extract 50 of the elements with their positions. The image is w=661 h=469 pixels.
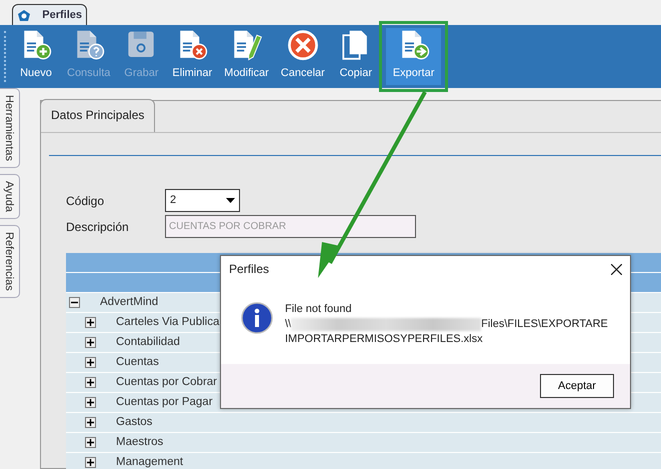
side-tab[interactable]: Herramientas [0, 88, 20, 168]
toolbar-button[interactable]: Nuevo [12, 28, 60, 85]
expand-toggle[interactable] [85, 417, 96, 428]
path-text: Files\FILES\EXPORTARE [481, 318, 608, 330]
expand-toggle[interactable] [85, 457, 96, 468]
tree-item[interactable]: Gastos [116, 414, 152, 432]
plus-icon [86, 398, 95, 407]
toolbar-button[interactable]: Eliminar [167, 28, 218, 85]
field-label: Código [66, 192, 106, 210]
tree-item[interactable]: Management [116, 454, 184, 469]
tree-item[interactable]: Contabilidad [116, 334, 180, 352]
tree-item[interactable]: Cuentas [116, 354, 159, 372]
expand-toggle[interactable] [85, 377, 96, 388]
expand-toggle[interactable] [85, 337, 96, 348]
expand-toggle[interactable] [85, 317, 96, 328]
toolbar-button[interactable]: Cancelar [276, 28, 330, 85]
expand-toggle[interactable] [85, 397, 96, 408]
accept-button[interactable]: Aceptar [540, 374, 614, 398]
message-heading: File not found [285, 302, 353, 317]
tree-item[interactable]: Cuentas por Cobrar [116, 374, 217, 392]
dropdown-caret-icon [226, 198, 235, 204]
toolbar-button[interactable]: Modificar [219, 28, 274, 85]
tree-item[interactable]: Cuentas por Pagar [116, 394, 213, 412]
dialog-title: Perfiles [229, 261, 270, 278]
path-text: IMPORTARPERMISOSYPERFILES.xlsx [285, 332, 484, 347]
plus-icon [86, 418, 95, 427]
plus-icon [86, 458, 95, 467]
plus-icon [86, 318, 95, 327]
toolbar-button[interactable]: Exportar [386, 28, 442, 85]
plus-icon [86, 438, 95, 447]
plus-icon [86, 338, 95, 347]
tree-item[interactable]: AdvertMind [100, 294, 158, 312]
plus-icon [86, 378, 95, 387]
expand-toggle[interactable] [85, 437, 96, 448]
code-dropdown[interactable]: 2 [165, 189, 240, 212]
tree-item[interactable]: Maestros [116, 434, 164, 452]
form-tab[interactable]: Datos Principales [40, 99, 156, 132]
tree-item[interactable]: Carteles Via Publica [116, 314, 220, 332]
app-logo-icon [17, 8, 31, 22]
side-tab[interactable]: Referencias [0, 225, 20, 298]
side-tab[interactable]: Ayuda [0, 174, 20, 220]
plus-icon [86, 358, 95, 367]
expand-toggle[interactable] [85, 357, 96, 368]
field-label: Descripción [66, 218, 130, 236]
app-tab[interactable]: Perfiles [12, 4, 87, 27]
toolbar-button[interactable]: Copiar [332, 28, 380, 85]
close-icon[interactable] [611, 264, 622, 274]
info-icon [241, 302, 273, 334]
path-text: \\ [285, 318, 292, 330]
expand-toggle[interactable] [69, 297, 80, 308]
